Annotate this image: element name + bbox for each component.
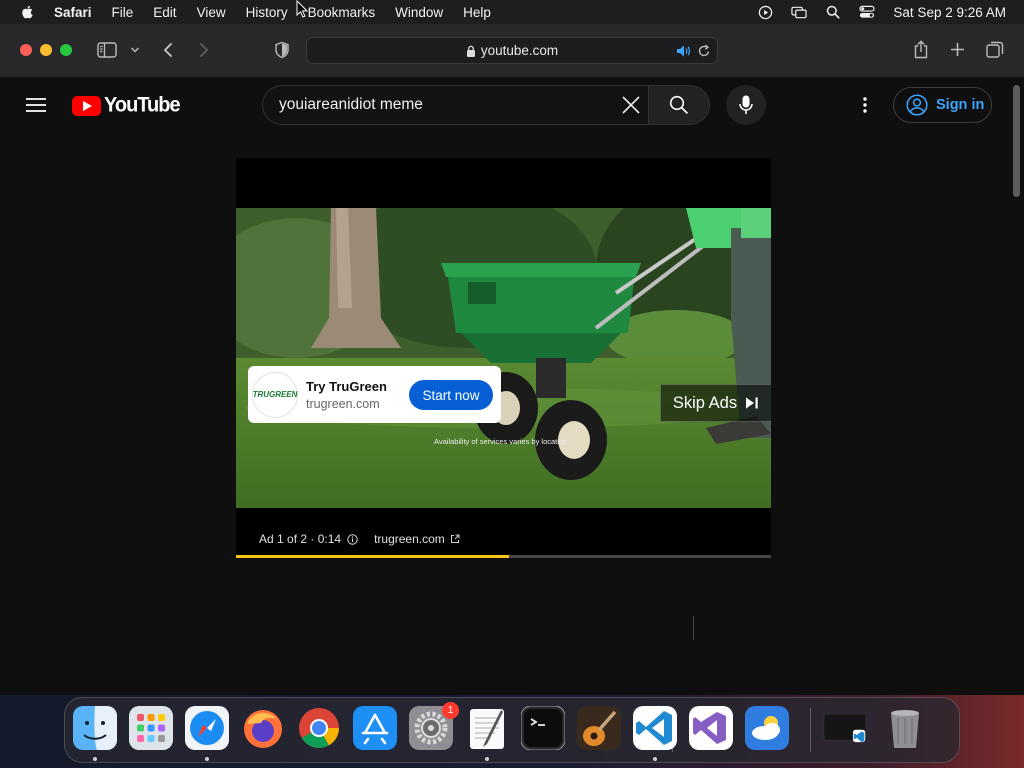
- dock-running-indicator: [653, 757, 657, 761]
- clear-search-icon[interactable]: [620, 94, 642, 116]
- vscode-icon[interactable]: [633, 706, 677, 750]
- dock-separator: [810, 708, 811, 752]
- scrollbar-thumb[interactable]: [1013, 85, 1020, 197]
- back-arrow-icon[interactable]: [162, 42, 174, 58]
- ad-progress-bar[interactable]: [236, 555, 771, 558]
- visual-studio-icon[interactable]: [689, 706, 733, 750]
- dock-running-indicator: [93, 757, 97, 761]
- chrome-icon[interactable]: [297, 706, 341, 750]
- youtube-wordmark: YouTube: [104, 93, 181, 117]
- ad-disclaimer: Availability of services varies by locat…: [434, 437, 570, 446]
- finder-icon[interactable]: [73, 706, 117, 750]
- spotlight-search-icon[interactable]: [825, 4, 841, 20]
- ad-counter: Ad 1 of 2 · 0:14: [259, 532, 342, 546]
- menu-file[interactable]: File: [112, 5, 134, 20]
- ad-info-bar: Ad 1 of 2 · 0:14 trugreen.com: [259, 532, 460, 546]
- sign-in-label: Sign in: [936, 97, 985, 113]
- ad-title[interactable]: Try TruGreen: [306, 379, 387, 394]
- weather-icon[interactable]: [745, 706, 789, 750]
- tab-overview-icon[interactable]: [986, 41, 1004, 58]
- search-icon: [669, 95, 689, 115]
- ad-progress-fill: [236, 555, 509, 558]
- terminal-icon[interactable]: [521, 706, 565, 750]
- search-input[interactable]: youiareanidiot meme: [262, 85, 648, 125]
- dock-separator: [672, 708, 673, 752]
- menu-history[interactable]: History: [246, 5, 288, 20]
- advertiser-link[interactable]: trugreen.com: [374, 532, 445, 546]
- forward-arrow-icon[interactable]: [198, 42, 210, 58]
- minimize-window-button[interactable]: [40, 44, 52, 56]
- microphone-icon: [739, 95, 753, 114]
- youtube-logo[interactable]: YouTube: [72, 93, 181, 117]
- reload-icon[interactable]: [698, 44, 711, 61]
- external-link-icon[interactable]: [450, 534, 460, 544]
- ad-video-frame[interactable]: [236, 208, 771, 508]
- youtube-page: YouTube youiareanidiot meme Sign in TRUG…: [0, 79, 1010, 695]
- menu-view[interactable]: View: [197, 5, 226, 20]
- play-circle-icon[interactable]: [757, 4, 773, 20]
- dock-running-indicator: [485, 757, 489, 761]
- zoom-window-button[interactable]: [60, 44, 72, 56]
- hamburger-menu-icon[interactable]: [26, 97, 46, 113]
- youtube-play-icon: [72, 95, 101, 116]
- advertiser-logo-text: TRUGREEN: [252, 390, 298, 399]
- skip-ads-label: Skip Ads: [672, 393, 738, 412]
- start-now-button[interactable]: Start now: [409, 380, 493, 410]
- sidebar-icon[interactable]: [97, 42, 117, 58]
- textedit-icon[interactable]: [465, 706, 509, 750]
- text-cursor-line: [693, 616, 694, 640]
- guitar-icon[interactable]: [577, 706, 621, 750]
- info-icon[interactable]: [347, 533, 358, 545]
- vertical-dots-icon: [863, 97, 867, 113]
- launchpad-icon[interactable]: [129, 706, 173, 750]
- voice-search-button[interactable]: [726, 85, 766, 125]
- share-icon[interactable]: [913, 40, 929, 59]
- control-center-icon[interactable]: [859, 4, 876, 20]
- sign-in-button[interactable]: Sign in: [893, 87, 992, 123]
- skip-next-icon: [746, 397, 758, 409]
- menu-bookmarks[interactable]: Bookmarks: [308, 5, 376, 20]
- safari-toolbar: youtube.com: [0, 24, 1024, 78]
- dock-running-indicator: [205, 757, 209, 761]
- window-thumbnail-icon[interactable]: [823, 706, 867, 750]
- menu-app-name[interactable]: Safari: [54, 5, 92, 20]
- url-text: youtube.com: [480, 43, 559, 58]
- mouse-pointer-icon: [296, 0, 308, 18]
- menu-help[interactable]: Help: [463, 5, 491, 20]
- notification-badge: 1: [442, 702, 459, 719]
- ad-domain: trugreen.com: [306, 396, 380, 411]
- page-scrollbar[interactable]: [1010, 79, 1024, 695]
- menu-bar-clock[interactable]: Sat Sep 2 9:26 AM: [893, 5, 1006, 20]
- app-store-icon[interactable]: [353, 706, 397, 750]
- search-button[interactable]: [648, 85, 710, 125]
- ad-overlay-card[interactable]: TRUGREEN Try TruGreen trugreen.com Start…: [248, 366, 501, 423]
- speaker-icon[interactable]: [676, 44, 691, 61]
- menu-window[interactable]: Window: [395, 5, 443, 20]
- close-window-button[interactable]: [20, 44, 32, 56]
- lock-icon: [466, 45, 475, 57]
- dock: [64, 697, 960, 763]
- chevron-down-icon[interactable]: [130, 46, 140, 54]
- privacy-shield-icon[interactable]: [274, 41, 290, 59]
- screen-mirroring-icon[interactable]: [791, 4, 808, 20]
- firefox-icon[interactable]: [241, 706, 285, 750]
- new-tab-icon[interactable]: [950, 42, 965, 57]
- apple-logo-icon[interactable]: [18, 4, 38, 20]
- user-circle-icon: [906, 94, 928, 116]
- address-bar[interactable]: youtube.com: [306, 37, 718, 64]
- advertiser-logo: TRUGREEN: [252, 371, 298, 418]
- more-options-button[interactable]: [856, 95, 874, 115]
- search-query-text: youiareanidiot meme: [279, 96, 423, 113]
- menu-edit[interactable]: Edit: [153, 5, 176, 20]
- menu-bar: Safari File Edit View History Bookmarks …: [0, 0, 1024, 24]
- safari-icon[interactable]: [185, 706, 229, 750]
- skip-ads-button[interactable]: Skip Ads: [660, 384, 771, 422]
- video-player[interactable]: TRUGREEN Try TruGreen trugreen.com Start…: [236, 158, 771, 558]
- trash-icon[interactable]: [883, 706, 927, 750]
